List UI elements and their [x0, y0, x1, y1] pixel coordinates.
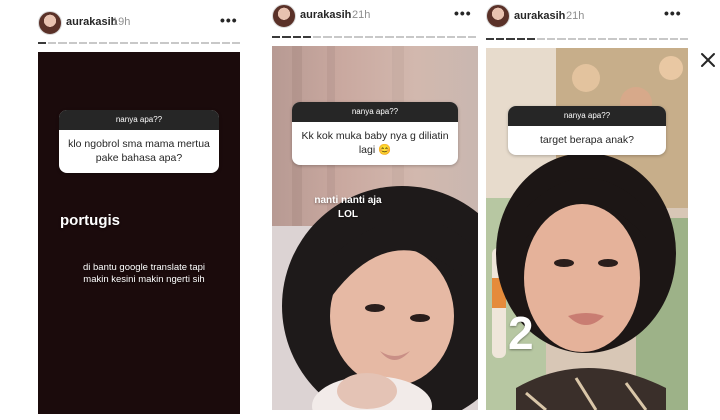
avatar[interactable]: [272, 4, 296, 28]
close-icon[interactable]: [698, 50, 718, 70]
time-ago: 21h: [566, 10, 585, 22]
story-photo: [272, 46, 478, 410]
story-header: aurakasih 19h •••: [36, 0, 242, 48]
progress-bar: [38, 42, 241, 44]
more-dots-icon[interactable]: •••: [454, 5, 472, 21]
question-sticker-title: nanya apa??: [508, 106, 666, 126]
question-sticker: nanya apa?? klo ngobrol sma mama mertua …: [59, 110, 219, 173]
answer-number: 2: [508, 307, 534, 359]
avatar[interactable]: [486, 4, 510, 28]
username[interactable]: aurakasih: [300, 9, 351, 21]
more-dots-icon[interactable]: •••: [220, 12, 238, 28]
question-sticker-title: nanya apa??: [59, 110, 219, 130]
question-text: Kk kok muka baby nya g diliatin lagi 😊: [301, 130, 449, 156]
username[interactable]: aurakasih: [66, 16, 117, 28]
avatar[interactable]: [38, 11, 62, 35]
more-dots-icon[interactable]: •••: [664, 5, 682, 21]
time-ago: 19h: [112, 16, 131, 28]
story-panel-1: aurakasih 19h ••• nanya apa?? klo ngobro…: [36, 0, 242, 420]
question-sticker-title: nanya apa??: [292, 102, 458, 122]
story-content[interactable]: nanya apa?? klo ngobrol sma mama mertua …: [38, 52, 240, 414]
progress-bar: [486, 38, 689, 40]
progress-bar: [272, 36, 476, 38]
time-ago: 21h: [352, 9, 371, 21]
answer-text: nanti nanti aja LOL: [314, 195, 382, 220]
question-sticker: nanya apa?? Kk kok muka baby nya g dilia…: [292, 102, 458, 165]
story-content[interactable]: nanya apa?? target berapa anak? 2: [486, 48, 688, 410]
question-text: klo ngobrol sma mama mertua pake bahasa …: [68, 138, 210, 164]
story-panel-3: aurakasih 21h ••• nanya apa?? target ber…: [484, 0, 690, 420]
story-content[interactable]: nanya apa?? Kk kok muka baby nya g dilia…: [272, 46, 478, 410]
username[interactable]: aurakasih: [514, 10, 565, 22]
story-header: aurakasih 21h •••: [484, 0, 690, 48]
story-header: aurakasih 21h •••: [268, 0, 480, 48]
question-sticker: nanya apa?? target berapa anak?: [508, 106, 666, 155]
answer-text: portugis: [60, 212, 120, 229]
question-text: target berapa anak?: [540, 134, 634, 146]
answer-subtext: di bantu google translate tapi makin kes…: [82, 262, 205, 285]
story-panel-2: aurakasih 21h ••• nanya apa?? Kk kok muk…: [268, 0, 480, 420]
